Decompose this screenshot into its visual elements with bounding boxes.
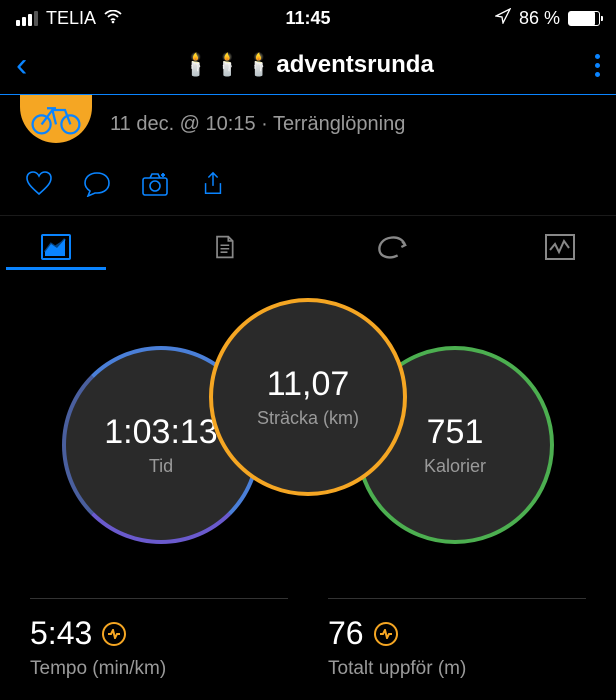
more-menu-button[interactable] <box>595 54 600 77</box>
status-bar: TELIA 11:45 86 % <box>0 0 616 36</box>
ascent-label: Totalt uppför (m) <box>328 658 586 680</box>
time-value: 1:03:13 <box>104 413 217 452</box>
activity-meta: 11 dec. @ 10:15 · Terränglöpning <box>110 113 405 136</box>
tabs <box>0 215 616 268</box>
status-right: 86 % <box>495 8 600 29</box>
circle-distance[interactable]: 11,07 Sträcka (km) <box>209 298 407 496</box>
time-label: Tid <box>149 456 173 477</box>
comment-button[interactable] <box>82 171 112 197</box>
pulse-icon <box>374 622 398 646</box>
tab-details[interactable] <box>204 226 244 268</box>
location-icon <box>495 8 511 29</box>
battery-icon <box>568 11 600 26</box>
carrier-name: TELIA <box>46 8 96 29</box>
tab-chart[interactable] <box>540 226 580 268</box>
bottom-stats: 5:43 Tempo (min/km) 76 Totalt uppför (m) <box>0 598 616 680</box>
signal-icon <box>16 11 38 26</box>
pace-value: 5:43 <box>30 615 92 652</box>
status-left: TELIA <box>16 8 122 29</box>
distance-value: 11,07 <box>267 365 350 404</box>
title-text: adventsrunda <box>276 51 433 79</box>
page-title: 🕯️ 🕯️ 🕯️ adventsrunda <box>182 51 434 79</box>
back-button[interactable]: ‹ <box>16 48 27 82</box>
candle-icon: 🕯️ <box>214 52 241 78</box>
clock: 11:45 <box>285 8 330 29</box>
calories-value: 751 <box>427 413 484 452</box>
action-row <box>0 163 616 215</box>
tab-stats[interactable] <box>36 226 76 268</box>
avatar[interactable] <box>20 95 92 143</box>
bike-icon <box>29 101 83 137</box>
like-button[interactable] <box>24 171 54 197</box>
tab-laps[interactable] <box>372 226 412 268</box>
share-button[interactable] <box>198 171 228 197</box>
stats-circles: 1:03:13 Tid 751 Kalorier 11,07 Sträcka (… <box>0 298 616 578</box>
distance-label: Sträcka (km) <box>257 408 359 429</box>
pace-label: Tempo (min/km) <box>30 658 288 680</box>
ascent-value: 76 <box>328 615 364 652</box>
nav-header: ‹ 🕯️ 🕯️ 🕯️ adventsrunda <box>0 36 616 94</box>
calories-label: Kalorier <box>424 456 486 477</box>
pulse-icon <box>102 622 126 646</box>
candle-icon: 🕯️ <box>245 52 272 78</box>
candle-icon: 🕯️ <box>182 52 209 78</box>
stat-ascent[interactable]: 76 Totalt uppför (m) <box>328 598 586 680</box>
activity-header: 11 dec. @ 10:15 · Terränglöpning <box>0 95 616 163</box>
stat-pace[interactable]: 5:43 Tempo (min/km) <box>30 598 288 680</box>
wifi-icon <box>104 8 122 29</box>
battery-pct: 86 % <box>519 8 560 29</box>
camera-button[interactable] <box>140 171 170 197</box>
